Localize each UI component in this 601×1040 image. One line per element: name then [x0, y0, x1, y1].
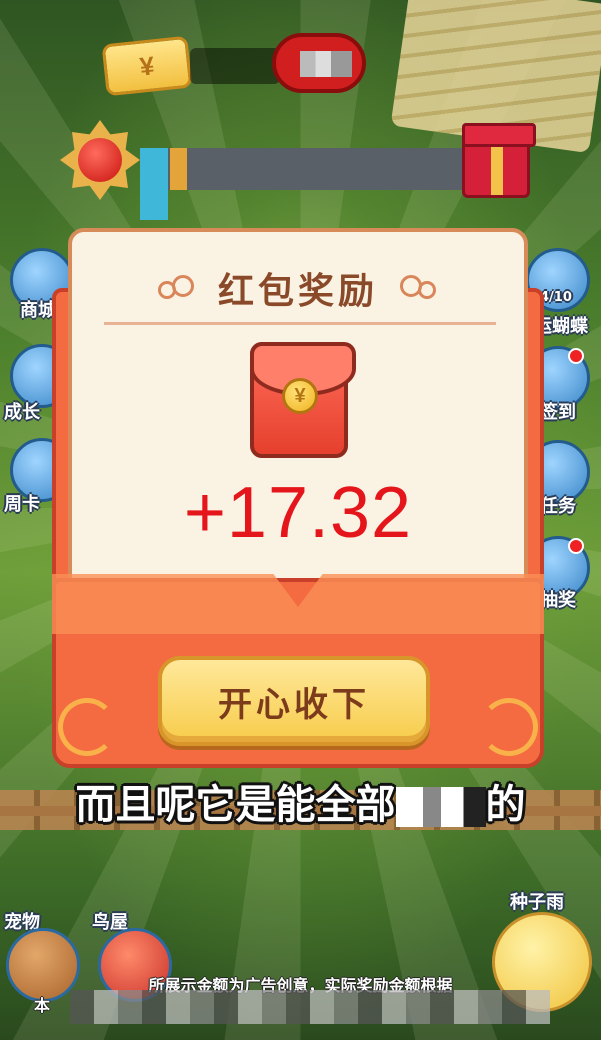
side-item-weekly-label: 周卡 — [4, 494, 40, 515]
side-item-growth-label: 成长 — [4, 402, 40, 423]
title-divider — [104, 322, 496, 325]
butterfly-counter: 4/10 — [540, 290, 572, 305]
swirl-ornament-icon — [58, 698, 116, 756]
disclaimer-mosaic — [70, 990, 550, 1024]
subtitle-text-start: 而且呢它是能全部 — [75, 782, 396, 828]
cloud-ornament-icon — [396, 275, 438, 301]
red-envelope-icon: ¥ — [250, 342, 356, 458]
claim-reward-button[interactable]: 开心收下 — [158, 656, 430, 746]
red-packet-reward-modal: 红包奖励 ¥ +17.32 开心收下 — [52, 228, 544, 768]
gift-box-icon[interactable] — [462, 123, 536, 198]
currency-icon[interactable]: ¥ — [101, 35, 193, 97]
currency-symbol: ¥ — [138, 49, 156, 82]
notification-dot — [568, 538, 584, 554]
progress-cap — [140, 148, 168, 220]
title-row: 红包奖励 — [72, 262, 524, 314]
reward-amount: +17.32 — [183, 473, 413, 553]
side-item-lottery-label: 抽奖 — [540, 590, 576, 611]
swirl-ornament-icon — [480, 698, 538, 756]
cash-balance-pill[interactable] — [272, 33, 366, 93]
modal-title: 红包奖励 — [217, 271, 378, 312]
notification-dot — [568, 348, 584, 364]
level-star-icon[interactable] — [60, 120, 140, 200]
cash-balance-bar — [190, 48, 280, 84]
blurred-balance — [300, 51, 352, 77]
progress-fill — [170, 148, 187, 190]
side-item-shop-label: 商城 — [20, 300, 56, 321]
side-item-task-label: 任务 — [540, 496, 576, 517]
subtitle-text-end: 的 — [485, 782, 526, 828]
side-item-checkin-label: 签到 — [540, 402, 576, 423]
level-progress-bar — [140, 148, 470, 190]
subtitle-mosaic — [395, 787, 486, 827]
yuan-coin-icon: ¥ — [282, 378, 318, 414]
video-subtitle: 而且呢它是能全部 的 — [0, 772, 601, 830]
cloud-ornament-icon — [157, 275, 200, 301]
bottom-item-seedrain-label: 种子雨 — [510, 892, 564, 913]
